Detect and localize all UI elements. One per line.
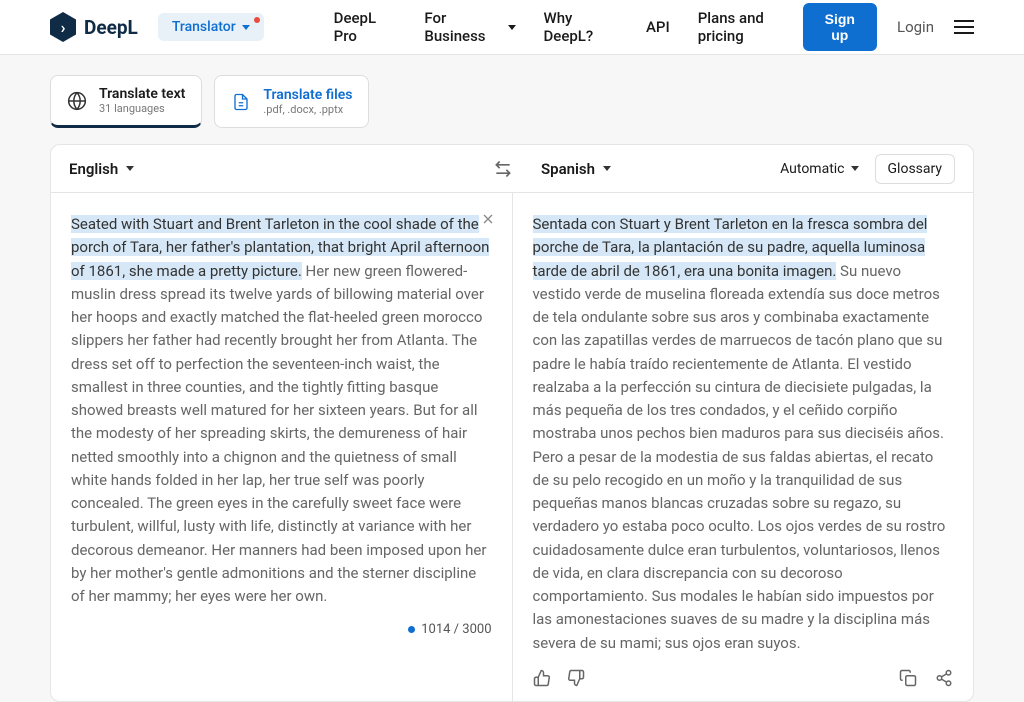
chevron-down-icon — [242, 25, 250, 30]
main-header: DeepL Translator DeepL Pro For Business … — [0, 0, 1024, 55]
chevron-down-icon — [851, 166, 859, 171]
formality-select[interactable]: Automatic — [780, 161, 858, 177]
glossary-button[interactable]: Glossary — [875, 154, 955, 184]
thumbs-down-button[interactable] — [567, 669, 585, 687]
language-bar: English Spanish Automatic — [51, 145, 973, 193]
source-pane: Seated with Stuart and Brent Tarleton in… — [51, 193, 513, 701]
swap-languages-button[interactable] — [493, 159, 513, 179]
target-pane: Sentada con Stuart y Brent Tarleton en l… — [513, 193, 974, 701]
translator-container: English Spanish Automatic — [50, 144, 974, 702]
mode-tabs: Translate text 31 languages Translate fi… — [0, 55, 1024, 128]
source-rest-text: Her new green flowered-muslin dress spre… — [71, 262, 486, 606]
nav-api[interactable]: API — [646, 18, 670, 36]
chevron-down-icon — [126, 166, 134, 171]
target-rest-text: Su nuevo vestido verde de muselina flore… — [533, 262, 946, 652]
logo-area: DeepL Translator — [50, 12, 264, 42]
login-link[interactable]: Login — [897, 18, 934, 36]
signup-button[interactable]: Sign up — [803, 3, 877, 51]
globe-icon — [67, 91, 87, 111]
translator-dropdown[interactable]: Translator — [158, 13, 264, 41]
tab-files-sub: .pdf, .docx, .pptx — [263, 103, 352, 116]
source-text-area[interactable]: Seated with Stuart and Brent Tarleton in… — [71, 213, 492, 608]
tab-translate-text[interactable]: Translate text 31 languages — [50, 75, 202, 128]
document-icon — [231, 92, 251, 112]
feedback-controls — [533, 669, 585, 687]
translator-label: Translator — [172, 19, 236, 35]
tab-text-title: Translate text — [99, 86, 185, 102]
source-language-label: English — [69, 160, 118, 178]
menu-button[interactable] — [954, 20, 974, 34]
tab-text-sub: 31 languages — [99, 102, 185, 115]
target-text-area[interactable]: Sentada con Stuart y Brent Tarleton en l… — [533, 213, 954, 655]
character-count: 1014 / 3000 — [421, 622, 491, 637]
copy-button[interactable] — [899, 669, 917, 687]
brand-name: DeepL — [84, 16, 138, 39]
main-nav: DeepL Pro For Business Why DeepL? API Pl… — [334, 9, 803, 45]
header-right: Sign up Login — [803, 3, 974, 51]
target-footer — [533, 655, 954, 687]
notification-dot-icon — [254, 17, 260, 23]
source-footer: 1014 / 3000 — [71, 608, 492, 637]
tab-translate-files[interactable]: Translate files .pdf, .docx, .pptx — [214, 75, 369, 128]
clear-input-button[interactable] — [480, 211, 496, 227]
nav-why-deepl[interactable]: Why DeepL? — [544, 9, 618, 45]
chevron-down-icon — [508, 25, 516, 30]
chevron-down-icon — [603, 166, 611, 171]
formality-label: Automatic — [780, 161, 844, 177]
source-language-select[interactable]: English — [69, 160, 483, 178]
output-actions — [899, 669, 953, 687]
nav-plans[interactable]: Plans and pricing — [698, 9, 803, 45]
target-language-select[interactable]: Spanish — [541, 160, 611, 178]
brand-logo[interactable]: DeepL — [50, 12, 138, 42]
translation-panes: Seated with Stuart and Brent Tarleton in… — [51, 193, 973, 701]
status-dot-icon — [408, 626, 415, 633]
nav-deepl-pro[interactable]: DeepL Pro — [334, 9, 397, 45]
target-language-label: Spanish — [541, 160, 595, 178]
logo-icon — [50, 12, 76, 42]
thumbs-up-button[interactable] — [533, 669, 551, 687]
share-button[interactable] — [935, 669, 953, 687]
tab-files-title: Translate files — [263, 87, 352, 103]
nav-for-business[interactable]: For Business — [424, 9, 515, 45]
